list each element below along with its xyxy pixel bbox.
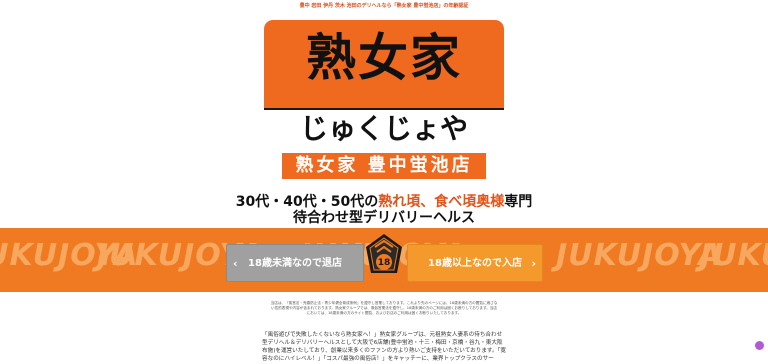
legal-notice: 当店は、『風営法・売春防止法・青少年健全育成条例』を遵守し営業しております。これ… <box>270 301 498 315</box>
badge-text: 18 <box>378 258 391 268</box>
enter-18-plus-button[interactable]: 18歳以上なので入店 › <box>407 244 543 282</box>
age-verification-header: 豊中 岩田 伊丹 茨木 池田のデリヘルなら「熟女家 豊中蛍池店」の年齢認証 <box>299 3 469 9</box>
brand-logo: 熟女家 じゅくじょや <box>264 20 504 148</box>
chevron-right-icon: › <box>531 257 536 270</box>
logo-kana: じゅくじょや <box>299 112 468 145</box>
logo-kana-area: じゅくじょや <box>264 108 504 148</box>
shop-description: 「風俗遊びで失敗したくないなら熟女家へ！」熟女家グループは、元祖熟女人妻系の待ち… <box>262 332 506 362</box>
chat-widget-icon[interactable] <box>755 341 764 350</box>
store-name-banner: 熟女家 豊中蛍池店 <box>282 153 486 179</box>
band-watermark: JUKUJOYA <box>556 238 723 273</box>
enter-button-label: 18歳以上なので入店 <box>428 258 522 269</box>
band-watermark: JUKUJOYA <box>700 238 768 273</box>
exit-button-label: 18歳未満なので退店 <box>248 258 342 269</box>
logo-kanji: 熟女家 <box>306 28 462 87</box>
chevron-left-icon: ‹ <box>233 257 238 270</box>
age-18-badge-icon: 18 <box>366 234 402 273</box>
logo-kanji-area: 熟女家 <box>264 20 504 96</box>
exit-under-18-button[interactable]: ‹ 18歳未満なので退店 <box>226 244 364 282</box>
tagline-line2: 待合わせ型デリバリーヘルス <box>293 210 475 226</box>
